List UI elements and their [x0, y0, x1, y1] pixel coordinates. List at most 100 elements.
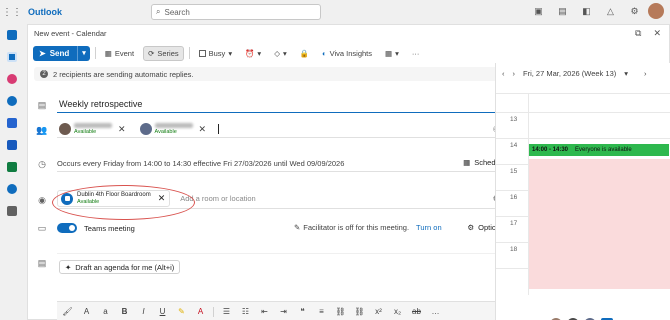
quote-icon[interactable]: ❝: [296, 307, 309, 316]
calendar-icon[interactable]: [0, 46, 24, 68]
facilitator-notice: ✎ Facilitator is off for this meeting. T…: [294, 223, 442, 232]
viva-icon: ◐: [322, 48, 327, 58]
hour-slot[interactable]: 13: [496, 112, 670, 139]
teams-toggle[interactable]: [57, 223, 77, 233]
megaphone-icon[interactable]: ◧: [581, 4, 592, 18]
turn-on-link[interactable]: Turn on: [416, 223, 442, 232]
room-icon: [61, 192, 73, 205]
top-bar: ⋮⋮ Outlook ⌕ Search ▣ ▤ ◧ △ ⚙: [0, 0, 670, 24]
teams-label: Teams meeting: [84, 223, 135, 233]
chevron-down-icon: ▾: [624, 68, 628, 78]
subscript-icon[interactable]: x₂: [391, 307, 404, 316]
search-input[interactable]: ⌕ Search: [151, 4, 321, 20]
draft-agenda-button[interactable]: ✦ Draft an agenda for me (Alt+i): [59, 260, 181, 274]
send-dropdown-icon[interactable]: ▾: [78, 49, 90, 57]
numbering-icon[interactable]: ☷: [239, 307, 252, 316]
hour-label: 18: [510, 246, 518, 253]
people-icon[interactable]: [0, 90, 24, 112]
busy-block: [529, 159, 670, 289]
info-icon: 2: [40, 70, 48, 78]
notes-icon[interactable]: ▤: [557, 4, 568, 18]
teams-icon[interactable]: ▣: [533, 4, 544, 18]
event-form: ▤ Weekly retrospective 👥 Available ✕ Ava…: [28, 85, 518, 320]
send-label: Send: [49, 48, 70, 58]
close-icon[interactable]: ✕: [653, 28, 661, 39]
category-button[interactable]: ◇ ▾: [270, 46, 291, 61]
remove-attendee-icon[interactable]: ✕: [199, 124, 207, 135]
apps-button[interactable]: ▦ ▾: [381, 46, 403, 61]
avatar: [59, 123, 71, 135]
strikethrough-icon[interactable]: ab: [410, 307, 423, 316]
outdent-icon[interactable]: ⇤: [258, 307, 271, 316]
indent-icon[interactable]: ⇥: [277, 307, 290, 316]
attendee-chip[interactable]: Available ✕: [138, 122, 211, 137]
series-button[interactable]: ⟳ Series: [143, 45, 184, 61]
expand-icon[interactable]: ›: [644, 69, 647, 78]
bell-icon[interactable]: △: [605, 4, 616, 18]
calendar-date[interactable]: Fri, 27 Mar, 2026 (Week 13): [523, 69, 616, 78]
popout-icon[interactable]: ⧉: [635, 28, 641, 39]
busy-dropdown[interactable]: Busy ▾: [195, 46, 236, 61]
hour-label: 17: [510, 220, 518, 227]
attendees-field[interactable]: Available ✕ Available ✕ ⚇ ▾: [57, 121, 512, 138]
viva-insights-button[interactable]: ◐ Viva Insights: [318, 46, 376, 61]
font-color-icon[interactable]: A: [194, 307, 207, 316]
app-launcher-icon[interactable]: ⋮⋮: [0, 0, 24, 24]
link-icon[interactable]: ⛓: [334, 307, 347, 316]
title-input[interactable]: Weekly retrospective: [57, 96, 512, 113]
attendee-status: Available: [154, 128, 177, 135]
attendee-chip[interactable]: Available ✕: [57, 122, 130, 137]
font-size-down-icon[interactable]: a: [99, 307, 112, 316]
font-size-icon[interactable]: A: [80, 307, 93, 316]
bullets-icon[interactable]: ☰: [220, 307, 233, 316]
search-label: Search: [164, 7, 190, 17]
gear-icon[interactable]: ⚙: [629, 4, 640, 18]
more-format-icon[interactable]: …: [429, 307, 442, 316]
attendee-status: Available: [74, 128, 97, 135]
redacted-name: [154, 122, 193, 128]
highlight-icon[interactable]: ✎: [175, 307, 188, 316]
busy-label: Busy: [208, 48, 226, 58]
mail-icon[interactable]: [0, 24, 24, 46]
align-icon[interactable]: ≡: [315, 307, 328, 316]
superscript-icon[interactable]: x²: [372, 307, 385, 316]
italic-icon[interactable]: I: [137, 307, 150, 316]
prev-icon[interactable]: ‹: [502, 69, 505, 78]
excel-icon[interactable]: [0, 156, 24, 178]
event-button[interactable]: ▦ Event: [101, 46, 138, 61]
grid-icon: ▦: [385, 48, 393, 58]
apps-icon[interactable]: [0, 200, 24, 222]
location-field[interactable]: Dublin 4th Floor Boardroom Available ✕ A…: [57, 189, 512, 209]
location-placeholder[interactable]: Add a room or location: [180, 194, 255, 203]
chevron-down-icon: ▾: [257, 48, 262, 58]
more-button[interactable]: ···: [408, 46, 424, 61]
send-button[interactable]: ➤ Send ▾: [33, 45, 90, 61]
event-label: Event: [114, 48, 135, 58]
next-icon[interactable]: ›: [513, 69, 516, 78]
private-button[interactable]: 🔒: [296, 46, 313, 61]
todo-icon[interactable]: [0, 112, 24, 134]
reminder-button[interactable]: ⏰ ▾: [241, 46, 265, 61]
user-avatar[interactable]: [648, 3, 664, 19]
facilitator-icon: ✎: [294, 223, 301, 232]
word-icon[interactable]: [0, 134, 24, 156]
remove-room-icon[interactable]: ✕: [158, 193, 166, 204]
remove-attendee-icon[interactable]: ✕: [118, 124, 126, 135]
onedrive-icon[interactable]: [0, 178, 24, 200]
top-icons: ▣ ▤ ◧ △ ⚙: [533, 4, 640, 18]
bold-icon[interactable]: B: [118, 307, 131, 316]
format-painter-icon[interactable]: 🖌: [61, 307, 74, 316]
copilot-icon[interactable]: [0, 68, 24, 90]
recurrence-row[interactable]: Occurs every Friday from 14:00 to 14:30 …: [57, 155, 512, 172]
event-window: New event - Calendar ⧉ ✕ ➤ Send ▾ ▦ Even…: [27, 24, 670, 320]
event-block[interactable]: 14:00 - 14:30 Everyone is available: [529, 144, 669, 156]
underline-icon[interactable]: U: [156, 307, 169, 316]
unlink-icon[interactable]: ⛓: [353, 307, 366, 316]
calendar-pane: ‹ › Fri, 27 Mar, 2026 (Week 13) ▾ › 12 1…: [495, 63, 670, 320]
room-status: Available: [77, 198, 100, 205]
room-chip[interactable]: Dublin 4th Floor Boardroom Available ✕: [57, 190, 171, 207]
body-editor[interactable]: ✦ Draft an agenda for me (Alt+i) 🖌 A a B…: [57, 253, 512, 320]
app-name[interactable]: Outlook: [28, 7, 62, 17]
viva-label: Viva Insights: [329, 48, 372, 58]
video-icon: ▭: [37, 222, 47, 233]
